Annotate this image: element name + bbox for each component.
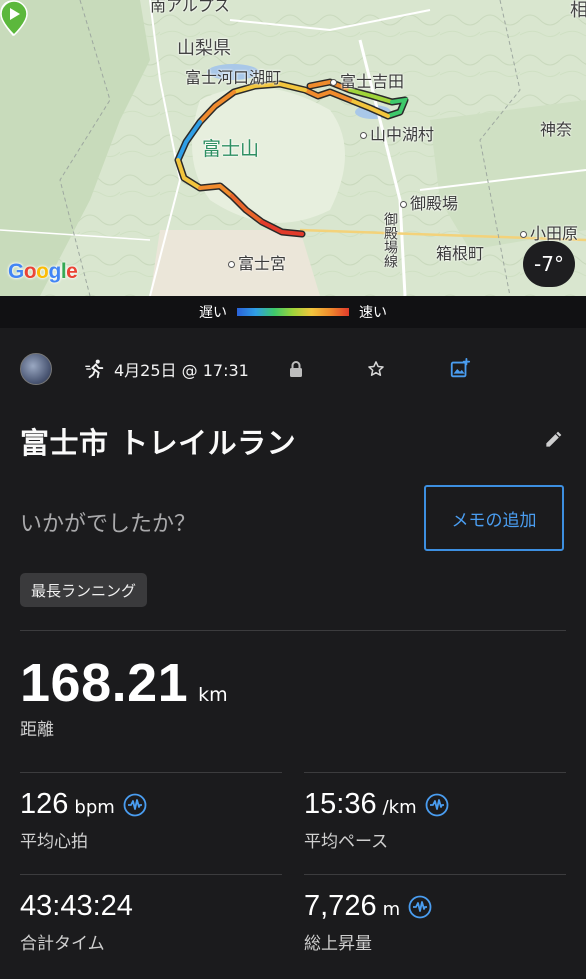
google-logo-letter: G — [8, 260, 24, 283]
map-label-fujisan: 富士山 — [202, 138, 260, 160]
avg-heart-rate-stat[interactable]: 126 bpm 平均心拍 — [20, 788, 147, 852]
pace-unit: /km — [382, 797, 417, 818]
google-logo: Google — [8, 260, 78, 284]
heart-rate-value: 126 — [20, 788, 69, 820]
google-logo-letter: e — [66, 260, 78, 283]
heart-rate-label: 平均心拍 — [20, 832, 88, 852]
ascent-label: 総上昇量 — [304, 934, 372, 954]
activity-date: 4月25日 @ 17:31 — [114, 361, 249, 380]
star-icon[interactable] — [367, 360, 385, 378]
stat-divider — [20, 772, 282, 773]
add-memo-button[interactable]: メモの追加 — [424, 485, 564, 551]
chart-wave-icon[interactable] — [425, 793, 449, 817]
stat-divider — [20, 874, 282, 875]
total-time-value: 43:43:24 — [20, 890, 133, 922]
map-label-kawaguchiko: 富士河口湖町 — [185, 68, 282, 87]
avg-pace-stat[interactable]: 15:36 /km 平均ペース — [304, 788, 449, 852]
legend-slow-label: 遅い — [199, 305, 227, 321]
google-logo-letter: o — [23, 260, 37, 283]
activity-meta-row: 4月25日 @ 17:31 — [20, 352, 566, 386]
total-ascent-stat[interactable]: 7,726 m 総上昇量 — [304, 890, 432, 954]
chart-wave-icon[interactable] — [123, 793, 147, 817]
map-label-minami-alps: 南アルプス — [150, 0, 230, 15]
map-label-kanagawa: 神奈 — [540, 120, 573, 139]
total-time-stat: 43:43:24 合計タイム — [20, 890, 133, 954]
legend-fast-label: 速い — [359, 305, 387, 321]
section-divider — [20, 630, 566, 631]
add-photo-icon[interactable] — [449, 358, 471, 380]
running-icon — [85, 359, 104, 379]
route-map[interactable]: 南アルプス 山梨県 富士河口湖町 富士吉田 山中湖村 富士山 神奈 御殿場 御殿… — [0, 0, 586, 296]
map-label-fujiyoshida: 富士吉田 — [330, 68, 404, 92]
map-label-gotemba: 御殿場 — [400, 190, 458, 214]
total-time-label: 合計タイム — [20, 934, 105, 954]
distance-unit: km — [198, 684, 228, 706]
pace-label: 平均ペース — [304, 832, 389, 852]
distance-value: 168.21 km — [20, 652, 228, 714]
distance-label: 距離 — [20, 720, 54, 740]
longest-run-badge: 最長ランニング — [20, 573, 148, 607]
speed-legend: 遅い 速い — [0, 296, 586, 328]
feeling-prompt: いかがでしたか？ — [20, 512, 197, 537]
map-terrain — [0, 0, 586, 296]
stat-divider — [304, 772, 566, 773]
activity-title: 富士市 トレイルラン — [20, 426, 297, 460]
distance-number: 168.21 — [20, 653, 189, 713]
chart-wave-icon[interactable] — [408, 895, 432, 919]
map-label-yamanakako: 山中湖村 — [360, 121, 434, 145]
google-logo-letter: o — [36, 260, 49, 283]
edit-pencil-icon[interactable] — [543, 430, 563, 450]
stat-divider — [304, 874, 566, 875]
start-pin-icon[interactable] — [0, 0, 28, 36]
map-label-hakone: 箱根町 — [436, 244, 485, 263]
temperature-badge: -7° — [523, 241, 575, 287]
ascent-value: 7,726 — [304, 890, 377, 922]
map-label-yamanashi: 山梨県 — [177, 38, 231, 59]
map-label-sagami: 相 — [570, 0, 586, 21]
avatar[interactable] — [20, 353, 52, 385]
speed-gradient-bar — [237, 308, 349, 316]
pace-value: 15:36 — [304, 788, 377, 820]
google-logo-letter: g — [48, 260, 62, 283]
ascent-unit: m — [382, 899, 401, 920]
heart-rate-unit: bpm — [74, 797, 115, 818]
map-label-gotemba-line: 御殿場線 — [382, 212, 398, 268]
map-label-fujinomiya: 富士宮 — [228, 250, 286, 274]
lock-icon[interactable] — [287, 360, 305, 378]
